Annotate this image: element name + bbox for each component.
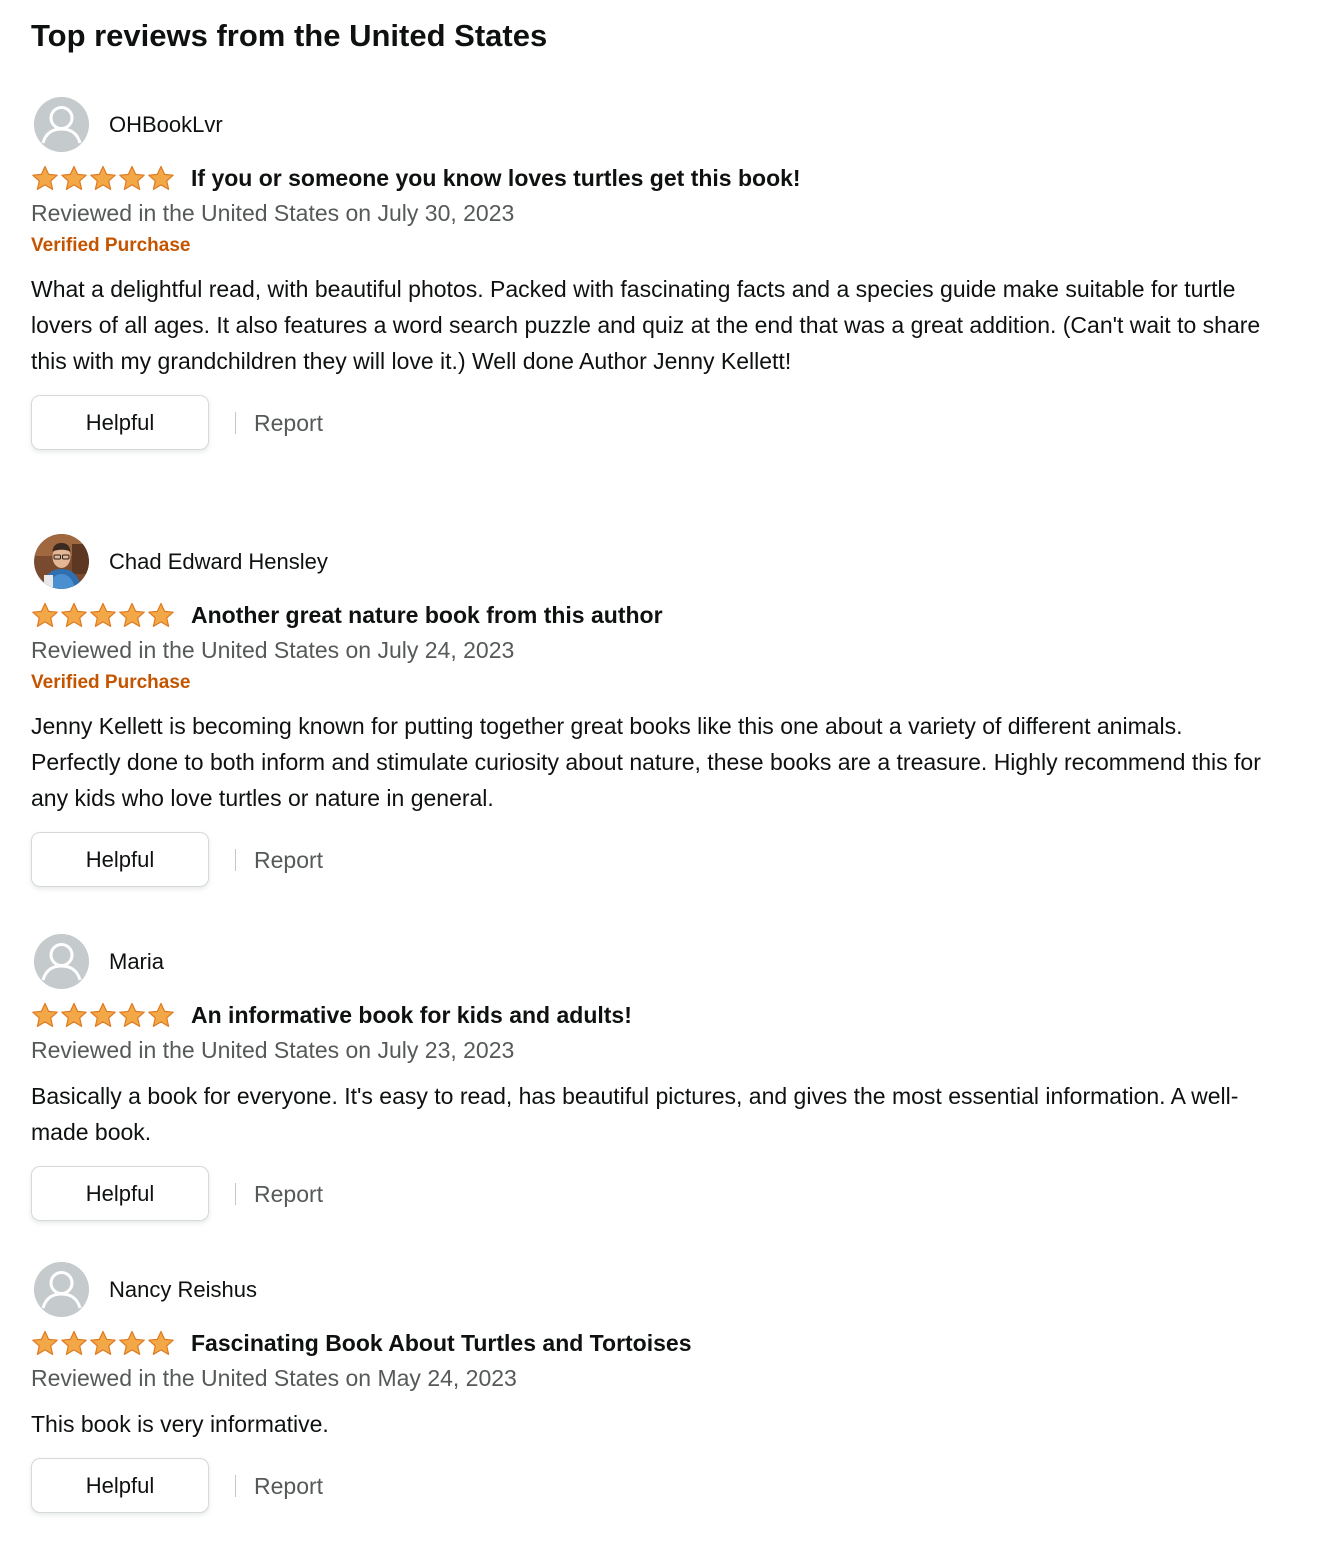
review-actions: Helpful Report <box>31 1166 1301 1222</box>
report-link[interactable]: Report <box>254 1471 323 1501</box>
star-icon <box>148 602 174 627</box>
star-icon <box>119 1330 145 1355</box>
star-icon <box>32 1002 58 1027</box>
default-avatar-icon <box>34 934 89 989</box>
review-body: Basically a book for everyone. It's easy… <box>31 1083 1239 1145</box>
review-date: Reviewed in the United States on July 23… <box>31 1037 515 1063</box>
reviewer-profile[interactable]: Chad Edward Hensley <box>31 534 1301 590</box>
review-actions: Helpful Report <box>31 1458 1301 1514</box>
verified-purchase-badge[interactable]: Verified Purchase <box>31 233 1301 259</box>
review-title[interactable]: Fascinating Book About Turtles and Torto… <box>191 1328 692 1358</box>
star-icon <box>32 165 58 190</box>
review-date: Reviewed in the United States on July 30… <box>31 200 515 226</box>
star-icon <box>90 602 116 627</box>
star-icon <box>61 1002 87 1027</box>
helpful-button[interactable]: Helpful <box>31 832 209 887</box>
default-avatar-icon <box>34 1262 89 1317</box>
divider <box>235 1183 236 1205</box>
divider <box>235 849 236 871</box>
section-title: Top reviews from the United States <box>31 18 548 53</box>
star-icon <box>148 165 174 190</box>
reviewer-name: Nancy Reishus <box>109 1277 257 1302</box>
helpful-button[interactable]: Helpful <box>31 1458 209 1513</box>
report-link[interactable]: Report <box>254 408 323 438</box>
star-icon <box>119 602 145 627</box>
star-icon <box>119 165 145 190</box>
default-avatar-icon <box>34 97 89 152</box>
reviewer-profile[interactable]: OHBookLvr <box>31 97 1301 153</box>
star-icon <box>61 1330 87 1355</box>
divider <box>235 412 236 434</box>
helpful-button[interactable]: Helpful <box>31 395 209 450</box>
star-icon <box>61 602 87 627</box>
verified-purchase-badge[interactable]: Verified Purchase <box>31 670 1301 696</box>
review-card: Nancy Reishus Fascinating Book About Tur… <box>31 1262 1301 1514</box>
star-icon <box>32 602 58 627</box>
review-title[interactable]: If you or someone you know loves turtles… <box>191 163 801 193</box>
star-icon <box>119 1002 145 1027</box>
report-link[interactable]: Report <box>254 845 323 875</box>
star-rating[interactable] <box>31 602 176 628</box>
star-icon <box>90 1330 116 1355</box>
star-icon <box>148 1330 174 1355</box>
reviewer-profile[interactable]: Maria <box>31 934 1301 990</box>
star-rating[interactable] <box>31 165 176 191</box>
star-icon <box>90 165 116 190</box>
review-body: This book is very informative. <box>31 1411 329 1437</box>
review-card: OHBookLvr If you or someone you know lov… <box>31 97 1301 451</box>
star-rating[interactable] <box>31 1330 176 1356</box>
review-title[interactable]: An informative book for kids and adults! <box>191 1000 632 1030</box>
review-card: Maria An informative book for kids and a… <box>31 934 1301 1222</box>
user-photo-avatar <box>34 534 89 589</box>
review-title[interactable]: Another great nature book from this auth… <box>191 600 663 630</box>
reviewer-profile[interactable]: Nancy Reishus <box>31 1262 1301 1318</box>
review-body: What a delightful read, with beautiful p… <box>31 276 1261 374</box>
review-date: Reviewed in the United States on July 24… <box>31 637 515 663</box>
star-icon <box>148 1002 174 1027</box>
star-rating[interactable] <box>31 1002 176 1028</box>
review-actions: Helpful Report <box>31 832 1301 888</box>
divider <box>235 1475 236 1497</box>
review-actions: Helpful Report <box>31 395 1301 451</box>
review-body: Jenny Kellett is becoming known for putt… <box>31 713 1261 811</box>
star-icon <box>90 1002 116 1027</box>
star-icon <box>32 1330 58 1355</box>
reviewer-name: OHBookLvr <box>109 112 223 137</box>
report-link[interactable]: Report <box>254 1179 323 1209</box>
review-date: Reviewed in the United States on May 24,… <box>31 1365 517 1391</box>
review-card: Chad Edward Hensley Another great nature… <box>31 534 1301 888</box>
reviewer-name: Maria <box>109 949 165 974</box>
star-icon <box>61 165 87 190</box>
helpful-button[interactable]: Helpful <box>31 1166 209 1221</box>
reviewer-name: Chad Edward Hensley <box>109 549 328 574</box>
